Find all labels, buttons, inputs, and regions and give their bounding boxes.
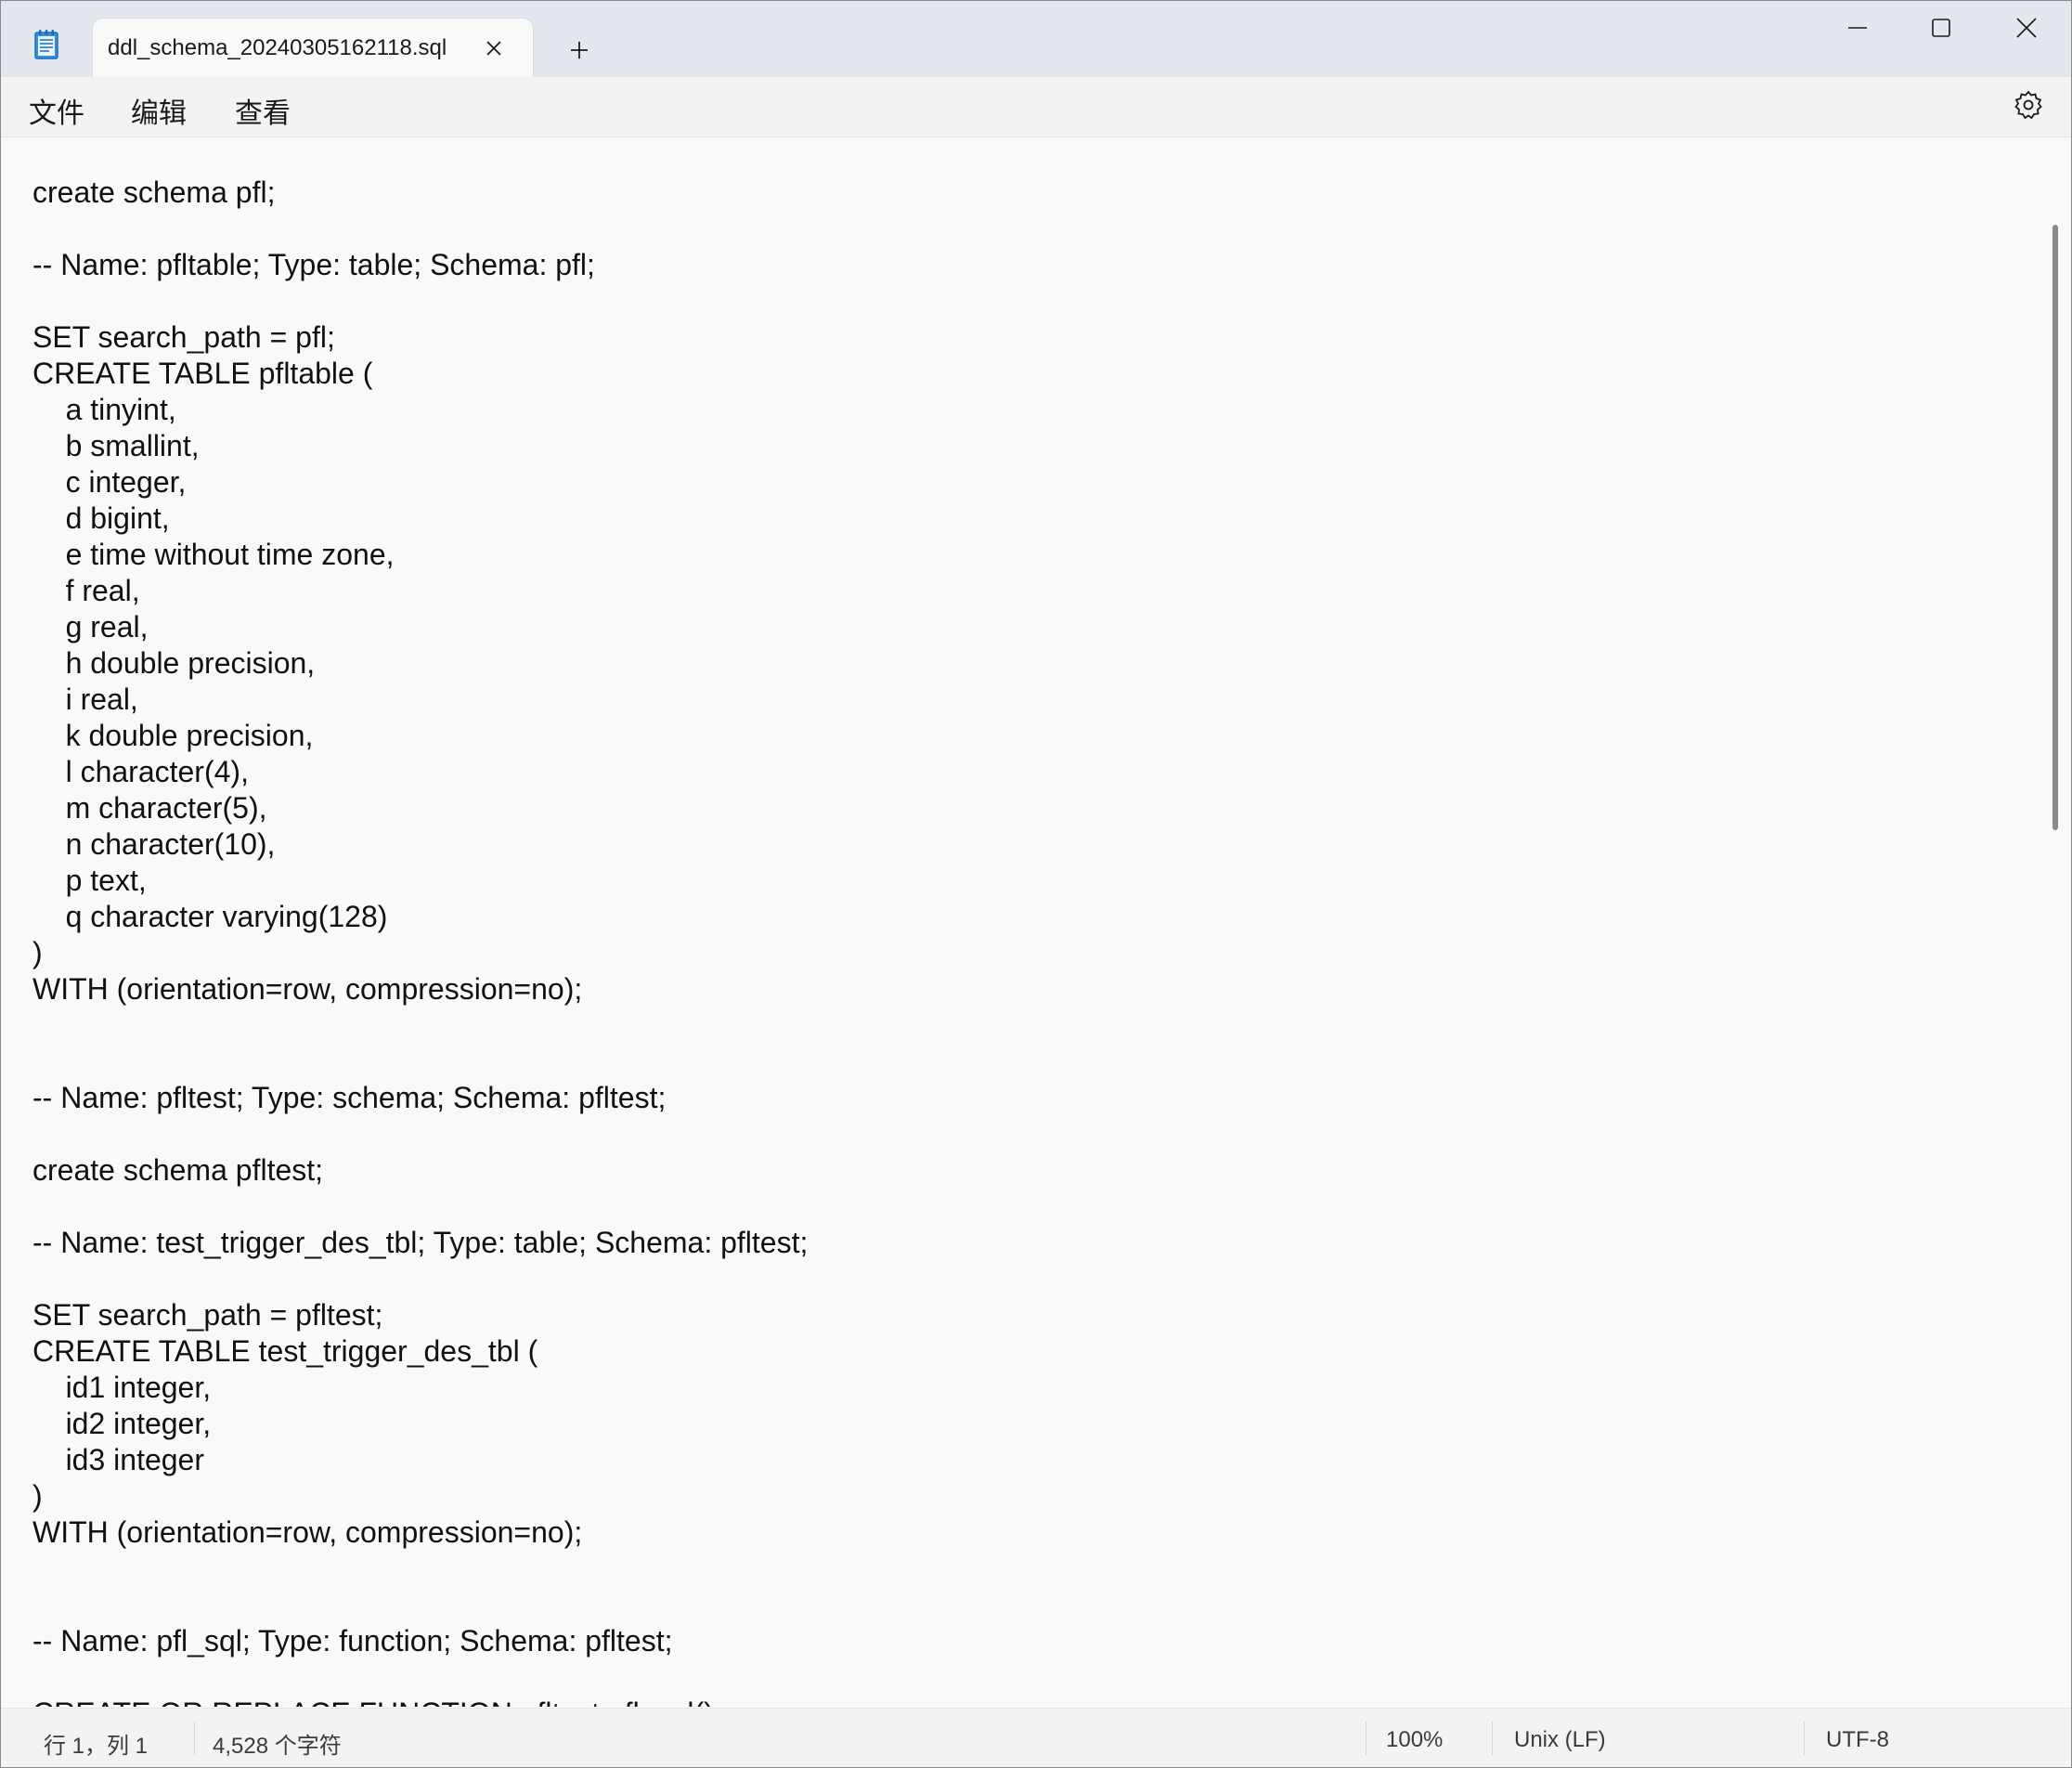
menu-view[interactable]: 查看 [235, 90, 291, 131]
notepad-window: ddl_schema_20240305162118.sql 文件 编辑 查看 c… [0, 0, 2072, 1768]
plus-icon[interactable] [563, 34, 595, 66]
gear-icon[interactable] [2012, 88, 2045, 122]
status-divider [1804, 1722, 1805, 1755]
maximize-icon[interactable] [1923, 14, 1960, 42]
menu-file[interactable]: 文件 [29, 90, 84, 131]
cursor-position: 行 1，列 1 [44, 1734, 149, 1759]
menu-edit[interactable]: 编辑 [131, 90, 187, 131]
editor-content[interactable]: create schema pfl; -- Name: pfltable; Ty… [32, 175, 808, 1707]
text-editor[interactable]: create schema pfl; -- Name: pfltable; Ty… [1, 137, 2071, 1707]
menu-bar: 文件 编辑 查看 [1, 77, 2071, 137]
line-ending[interactable]: Unix (LF) [1514, 1727, 1606, 1753]
tab-document[interactable]: ddl_schema_20240305162118.sql [92, 18, 534, 77]
status-bar: 行 1，列 1 4,528 个字符 100% Unix (LF) UTF-8 [1, 1708, 2071, 1767]
close-icon[interactable] [481, 35, 507, 61]
vertical-scrollbar[interactable] [2053, 225, 2058, 830]
tab-title: ddl_schema_20240305162118.sql [108, 35, 447, 60]
zoom-level[interactable]: 100% [1386, 1727, 1443, 1753]
close-window-icon[interactable] [2008, 14, 2045, 42]
status-divider [1492, 1722, 1493, 1755]
character-count: 4,528 个字符 [213, 1734, 342, 1759]
status-divider [194, 1722, 195, 1755]
encoding[interactable]: UTF-8 [1826, 1727, 1889, 1753]
minimize-icon[interactable] [1839, 14, 1876, 42]
title-bar[interactable]: ddl_schema_20240305162118.sql [1, 1, 2071, 77]
notepad-icon [32, 29, 60, 60]
